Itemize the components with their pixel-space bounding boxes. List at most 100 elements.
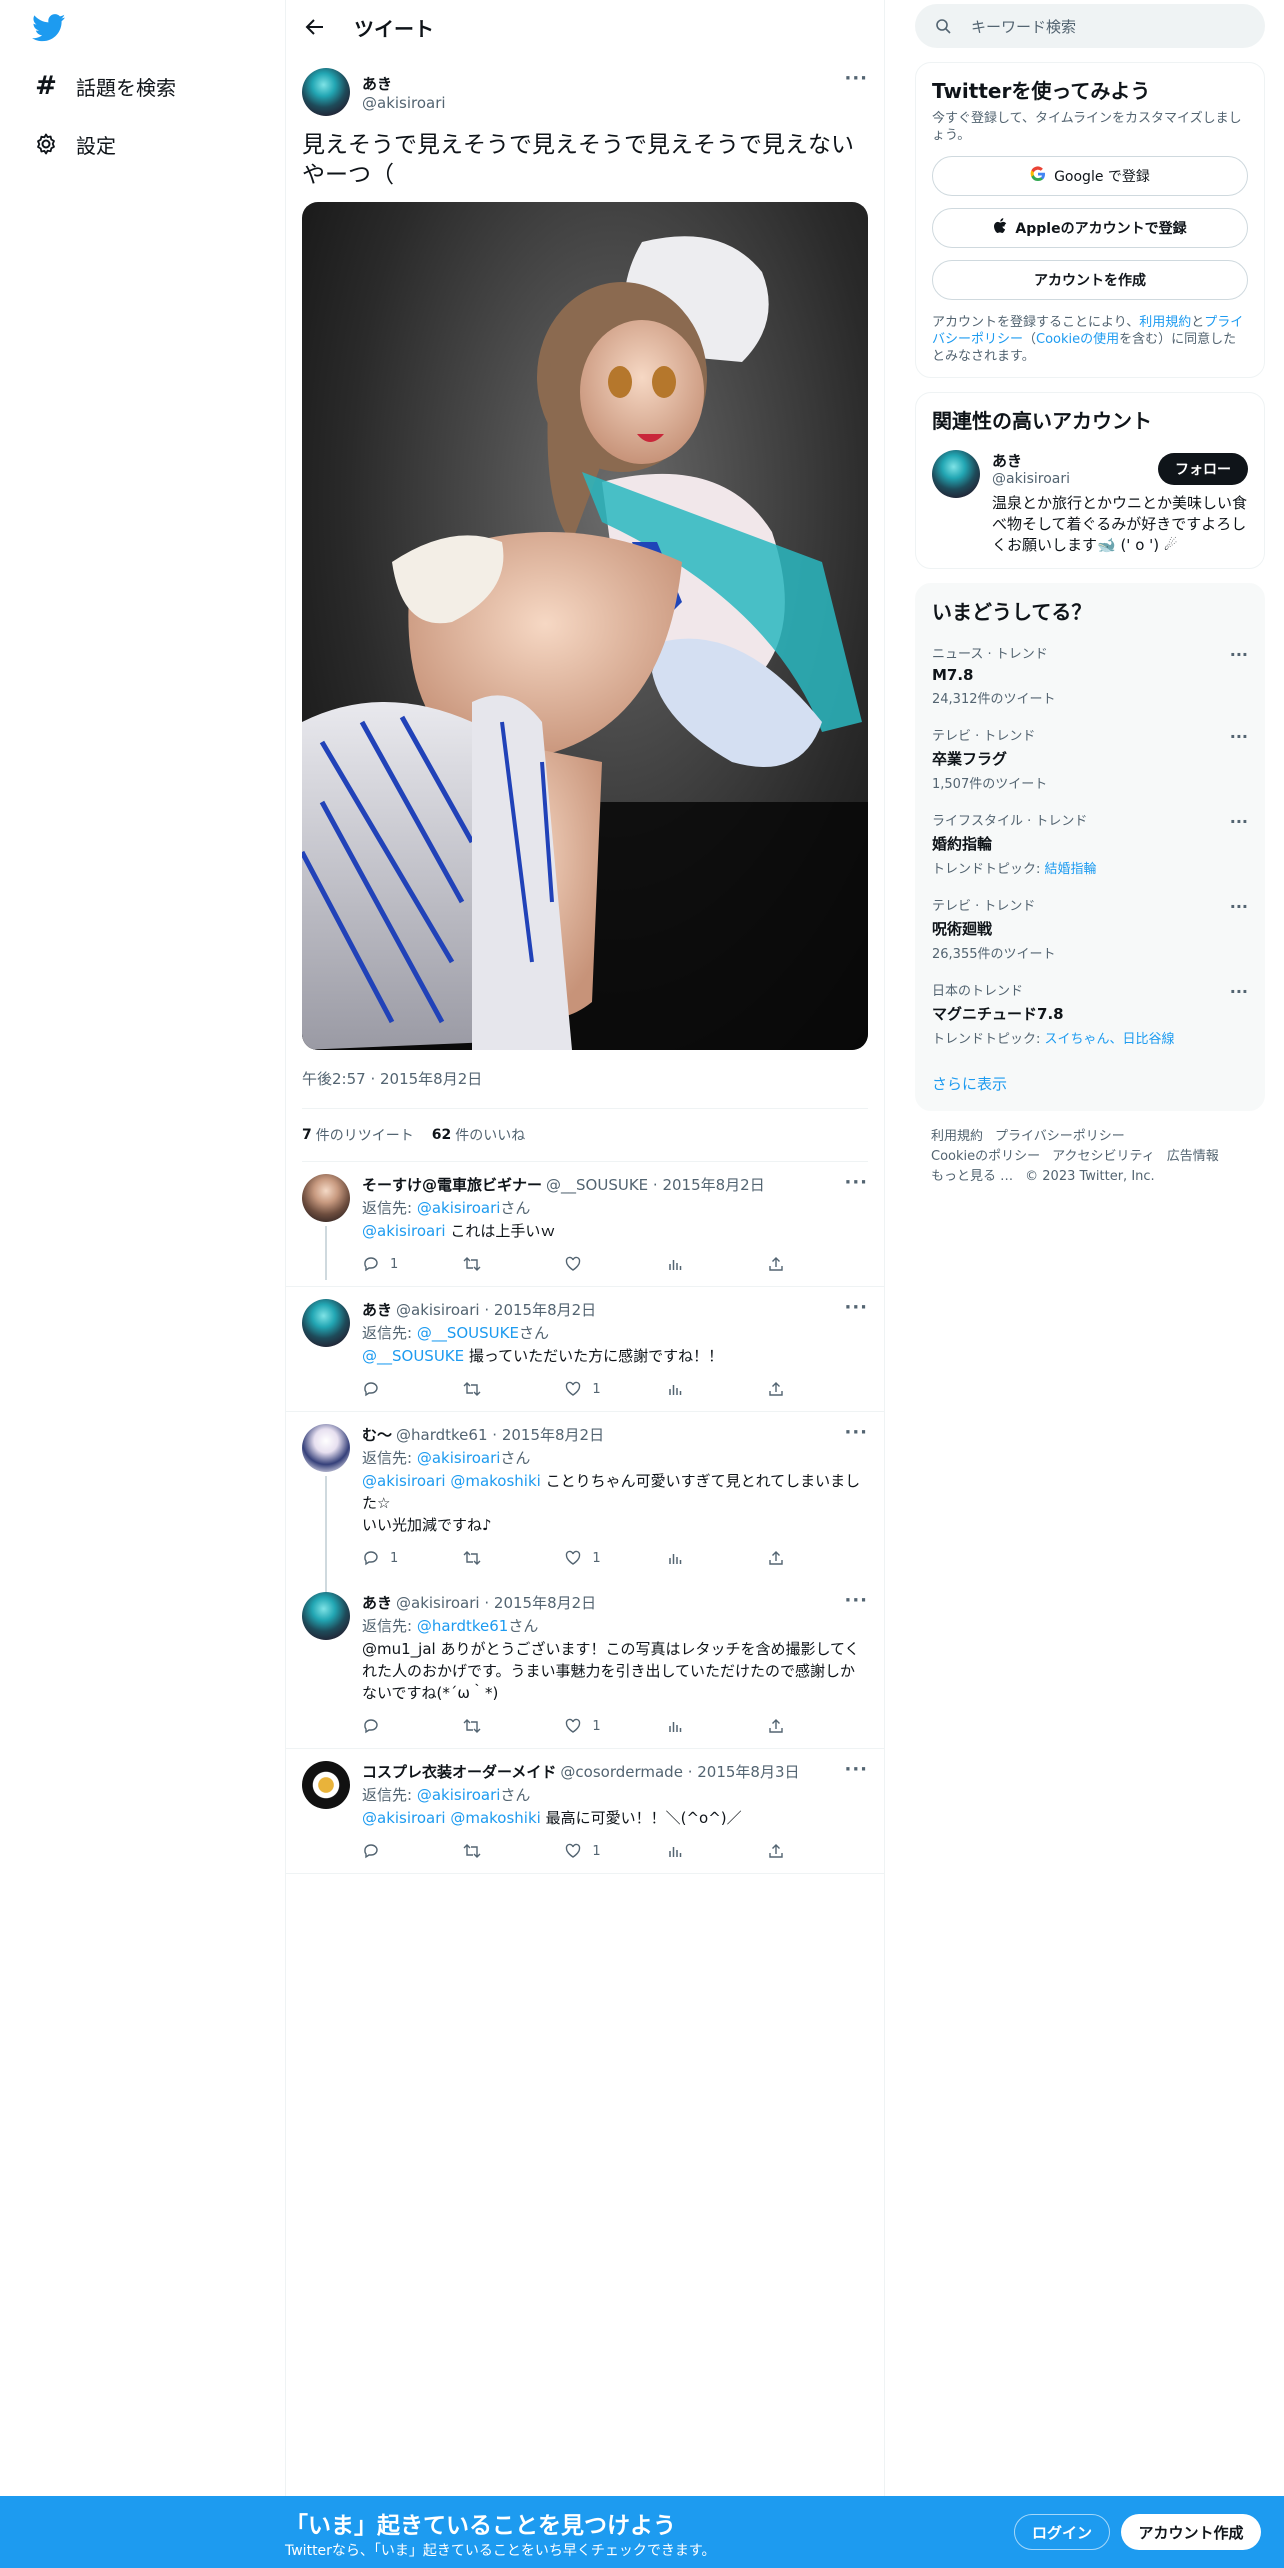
reply-button[interactable]: 1 — [362, 1255, 463, 1273]
reply-author-name[interactable]: あき — [362, 1592, 392, 1613]
nav-explore[interactable]: # 話題を検索 — [32, 66, 176, 106]
search-input[interactable]: キーワード検索 — [915, 4, 1265, 48]
reply-tweet[interactable]: ··· コスプレ衣装オーダーメイド @cosordermade · 2015年8月… — [286, 1749, 884, 1874]
trend-item[interactable]: ニュース · トレンド M7.8 24,312件のツイート ··· — [932, 643, 1248, 707]
more-options-icon[interactable]: ··· — [1230, 727, 1248, 746]
trend-topic-link[interactable]: 結婚指輪 — [1045, 862, 1097, 877]
google-signup-button[interactable]: Google で登録 — [932, 156, 1248, 196]
like-button[interactable] — [564, 1255, 665, 1273]
share-button[interactable] — [767, 1380, 868, 1398]
retweet-button[interactable] — [463, 1717, 564, 1735]
like-label[interactable]: 件のいいね — [455, 1125, 525, 1145]
tweet-photo[interactable] — [302, 202, 868, 1050]
more-options-icon[interactable]: ··· — [844, 1172, 868, 1193]
reply-author-name[interactable]: そーすけ@電車旅ビギナー — [362, 1174, 542, 1195]
more-options-icon[interactable]: ··· — [1230, 645, 1248, 664]
more-options-icon[interactable]: ··· — [844, 1422, 868, 1443]
more-options-icon[interactable]: ··· — [1230, 982, 1248, 1001]
reply-author-handle[interactable]: @cosordermade — [560, 1763, 683, 1781]
replying-to-link[interactable]: @akisiroari — [417, 1199, 501, 1217]
avatar[interactable] — [932, 450, 980, 498]
more-options-icon[interactable]: ··· — [844, 1590, 868, 1611]
reply-button[interactable] — [362, 1380, 463, 1398]
reply-author-handle[interactable]: @akisiroari — [396, 1301, 480, 1319]
reply-date[interactable]: · 2015年8月2日 — [492, 1424, 604, 1445]
reply-date[interactable]: · 2015年8月2日 — [484, 1299, 596, 1320]
reply-author-handle[interactable]: @__SOUSUKE — [546, 1176, 648, 1194]
nav-settings[interactable]: 設定 — [32, 124, 116, 164]
show-more-link[interactable]: さらに表示 — [932, 1073, 1248, 1094]
share-button[interactable] — [767, 1549, 868, 1567]
reply-button[interactable]: 1 — [362, 1549, 463, 1567]
analytics-button[interactable] — [666, 1255, 767, 1273]
more-options-icon[interactable]: ··· — [1230, 897, 1248, 916]
more-options-icon[interactable]: ··· — [1230, 812, 1248, 831]
more-options-icon[interactable]: ··· — [844, 1759, 868, 1780]
mention-link[interactable]: @akisiroari — [362, 1222, 446, 1240]
back-arrow-icon[interactable] — [302, 14, 328, 40]
avatar[interactable] — [302, 1174, 350, 1222]
footer-link[interactable]: 広告情報 — [1167, 1149, 1219, 1164]
replying-to-link[interactable]: @akisiroari — [417, 1786, 501, 1804]
reply-date[interactable]: · 2015年8月2日 — [653, 1174, 765, 1195]
like-button[interactable]: 1 — [564, 1842, 665, 1860]
reply-tweet[interactable]: ··· む～ @hardtke61 · 2015年8月2日 返信先: @akisi… — [286, 1412, 884, 1596]
mention-link[interactable]: @__SOUSUKE — [362, 1347, 464, 1365]
like-count[interactable]: 62 — [432, 1127, 451, 1143]
trend-item[interactable]: ライフスタイル · トレンド 婚約指輪 トレンドトピック: 結婚指輪 ··· — [932, 810, 1248, 877]
mention-link[interactable]: @akisiroari @makoshiki — [362, 1472, 541, 1490]
reply-author-name[interactable]: あき — [362, 1299, 392, 1320]
create-account-button[interactable]: アカウントを作成 — [932, 260, 1248, 300]
like-button[interactable]: 1 — [564, 1717, 665, 1735]
tweet-author[interactable]: あき @akisiroari — [302, 66, 868, 118]
twitter-logo-icon[interactable] — [32, 14, 66, 42]
avatar[interactable] — [302, 1761, 350, 1809]
analytics-button[interactable] — [666, 1717, 767, 1735]
more-options-icon[interactable]: ··· — [844, 1297, 868, 1318]
mention-link[interactable]: @akisiroari @makoshiki — [362, 1809, 541, 1827]
cookie-link[interactable]: Cookieの使用 — [1036, 332, 1119, 347]
replying-to-link[interactable]: @__SOUSUKE — [417, 1324, 519, 1342]
trend-item[interactable]: テレビ · トレンド 呪術廻戦 26,355件のツイート ··· — [932, 895, 1248, 962]
retweet-button[interactable] — [463, 1549, 564, 1567]
share-button[interactable] — [767, 1717, 868, 1735]
analytics-button[interactable] — [666, 1842, 767, 1860]
reply-author-handle[interactable]: @hardtke61 — [396, 1426, 487, 1444]
relevant-name[interactable]: あき — [992, 450, 1070, 471]
reply-button[interactable] — [362, 1717, 463, 1735]
follow-button[interactable]: フォロー — [1158, 452, 1248, 485]
reply-tweet[interactable]: ··· そーすけ@電車旅ビギナー @__SOUSUKE · 2015年8月2日 返… — [286, 1162, 884, 1287]
login-button[interactable]: ログイン — [1014, 2514, 1110, 2550]
tweet-timestamp[interactable]: 午後2:57 · 2015年8月2日 — [302, 1068, 868, 1092]
retweet-count[interactable]: 7 — [302, 1127, 312, 1143]
retweet-button[interactable] — [463, 1842, 564, 1860]
like-button[interactable]: 1 — [564, 1380, 665, 1398]
footer-link[interactable]: Cookieのポリシー — [931, 1149, 1040, 1164]
like-button[interactable]: 1 — [564, 1549, 665, 1567]
replying-to-link[interactable]: @hardtke61 — [417, 1617, 508, 1635]
trend-topic-link[interactable]: スイちゃん、日比谷線 — [1045, 1032, 1175, 1047]
footer-link[interactable]: プライバシーポリシー — [995, 1129, 1125, 1144]
reply-author-name[interactable]: む～ — [362, 1424, 392, 1445]
retweet-label[interactable]: 件のリツイート — [316, 1125, 414, 1145]
avatar[interactable] — [302, 1592, 350, 1640]
avatar[interactable] — [302, 1424, 350, 1472]
retweet-button[interactable] — [463, 1255, 564, 1273]
replying-to-link[interactable]: @akisiroari — [417, 1449, 501, 1467]
relevant-handle[interactable]: @akisiroari — [992, 471, 1070, 487]
reply-author-name[interactable]: コスプレ衣装オーダーメイド — [362, 1761, 556, 1782]
more-options-icon[interactable]: ··· — [844, 68, 868, 89]
analytics-button[interactable] — [666, 1549, 767, 1567]
apple-signup-button[interactable]: Appleのアカウントで登録 — [932, 208, 1248, 248]
share-button[interactable] — [767, 1255, 868, 1273]
signup-button[interactable]: アカウント作成 — [1121, 2514, 1261, 2550]
reply-date[interactable]: · 2015年8月2日 — [484, 1592, 596, 1613]
avatar[interactable] — [302, 68, 350, 116]
trend-item[interactable]: テレビ · トレンド 卒業フラグ 1,507件のツイート ··· — [932, 725, 1248, 792]
avatar[interactable] — [302, 1299, 350, 1347]
trend-item[interactable]: 日本のトレンド マグニチュード7.8 トレンドトピック: スイちゃん、日比谷線 … — [932, 980, 1248, 1047]
retweet-button[interactable] — [463, 1380, 564, 1398]
reply-tweet[interactable]: ··· あき @akisiroari · 2015年8月2日 返信先: @__SO… — [286, 1287, 884, 1412]
share-button[interactable] — [767, 1842, 868, 1860]
terms-link[interactable]: 利用規約 — [1139, 315, 1191, 330]
